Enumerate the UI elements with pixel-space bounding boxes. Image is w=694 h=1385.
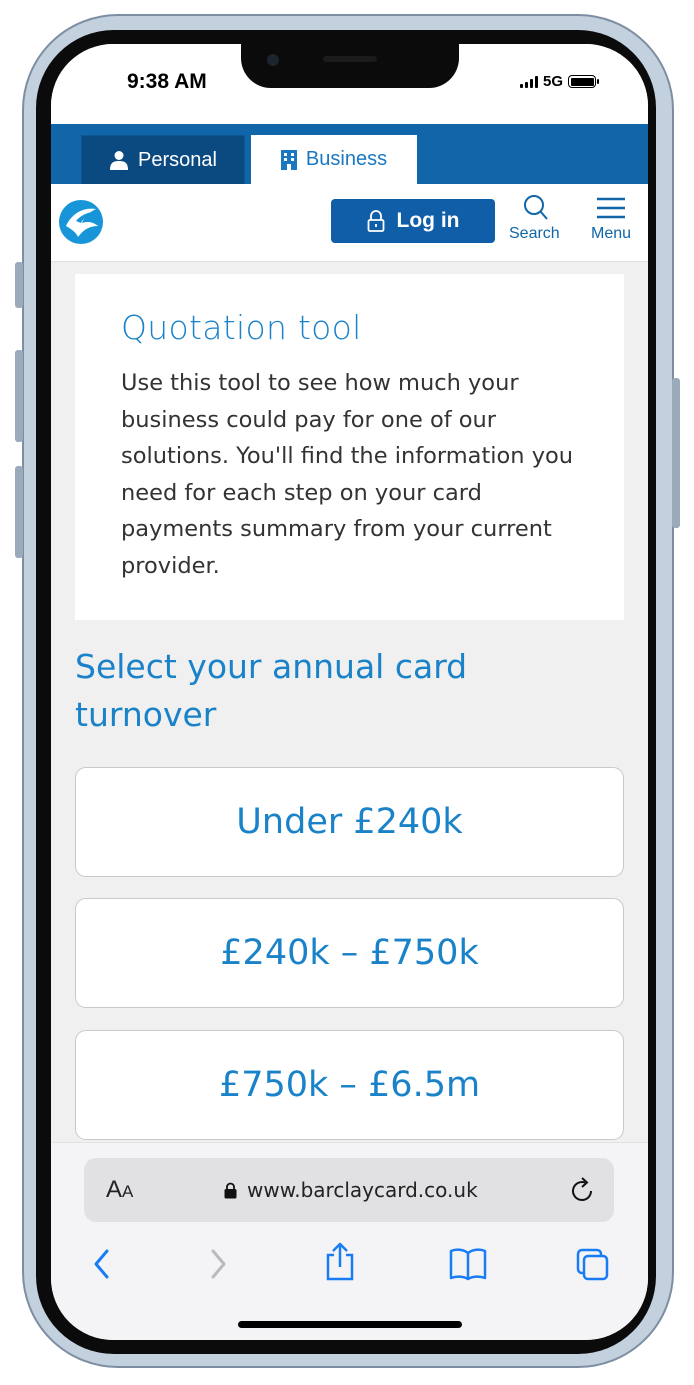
tab-business[interactable]: Business (251, 135, 417, 184)
front-camera (267, 54, 279, 66)
turnover-option-240k-750k[interactable]: £240k – £750k (75, 898, 624, 1008)
silent-switch (15, 262, 23, 308)
browser-bottom-bar: AA www.barclaycard.co.uk (51, 1142, 648, 1340)
menu-button[interactable]: Menu (591, 194, 631, 243)
reload-icon[interactable] (570, 1175, 596, 1203)
status-time: 9:38 AM (127, 70, 207, 93)
lock-icon (224, 1182, 237, 1198)
battery-icon (568, 75, 599, 88)
signal-icon (519, 75, 538, 88)
padlock-icon (367, 210, 384, 232)
earpiece-speaker (323, 56, 377, 62)
tab-personal[interactable]: Personal (81, 135, 245, 184)
search-icon (524, 195, 549, 220)
intro-description: Use this tool to see how much your busin… (121, 370, 574, 579)
search-button[interactable]: Search (509, 194, 560, 243)
phone-screen: 9:38 AM 5G Personal Business Log in Sear… (51, 44, 648, 1340)
bookmarks-book-icon[interactable] (448, 1247, 488, 1281)
tab-business-label: Business (305, 148, 388, 170)
login-label: Log in (396, 209, 460, 232)
tab-personal-label: Personal (138, 148, 217, 171)
site-segment-tabs: Personal Business (51, 124, 648, 184)
search-label: Search (509, 225, 560, 242)
status-indicators: 5G (519, 73, 599, 90)
hamburger-menu-icon (597, 197, 626, 219)
back-chevron-icon[interactable] (91, 1247, 113, 1281)
volume-up-button (15, 350, 23, 442)
network-type: 5G (542, 73, 563, 90)
turnover-option-750k-6-5m[interactable]: £750k – £6.5m (75, 1030, 624, 1140)
volume-down-button (15, 466, 23, 558)
text-size-button[interactable]: AA (106, 1177, 133, 1205)
url-display[interactable]: www.barclaycard.co.uk (224, 1178, 478, 1202)
home-indicator (238, 1321, 462, 1328)
turnover-heading: Select your annual card turnover (75, 647, 468, 734)
quotation-intro-card: Quotation tool Use this tool to see how … (75, 274, 624, 620)
building-icon (280, 149, 297, 170)
person-icon (110, 151, 129, 170)
page-title: Quotation tool (121, 308, 362, 347)
site-header: Log in Search Menu (51, 184, 648, 262)
barclaycard-eagle-logo[interactable] (58, 199, 104, 245)
turnover-option-under-240k[interactable]: Under £240k (75, 767, 624, 877)
share-icon[interactable] (323, 1241, 357, 1281)
address-bar[interactable]: AA www.barclaycard.co.uk (84, 1158, 614, 1222)
text-size-large-a: A (106, 1176, 123, 1203)
menu-label: Menu (591, 225, 632, 242)
power-button (672, 378, 680, 528)
url-text: www.barclaycard.co.uk (247, 1178, 478, 1202)
text-size-small-a: A (122, 1182, 134, 1201)
notch (241, 44, 459, 88)
forward-chevron-icon[interactable] (207, 1247, 229, 1281)
login-button[interactable]: Log in (331, 199, 495, 243)
tabs-icon[interactable] (575, 1247, 611, 1283)
